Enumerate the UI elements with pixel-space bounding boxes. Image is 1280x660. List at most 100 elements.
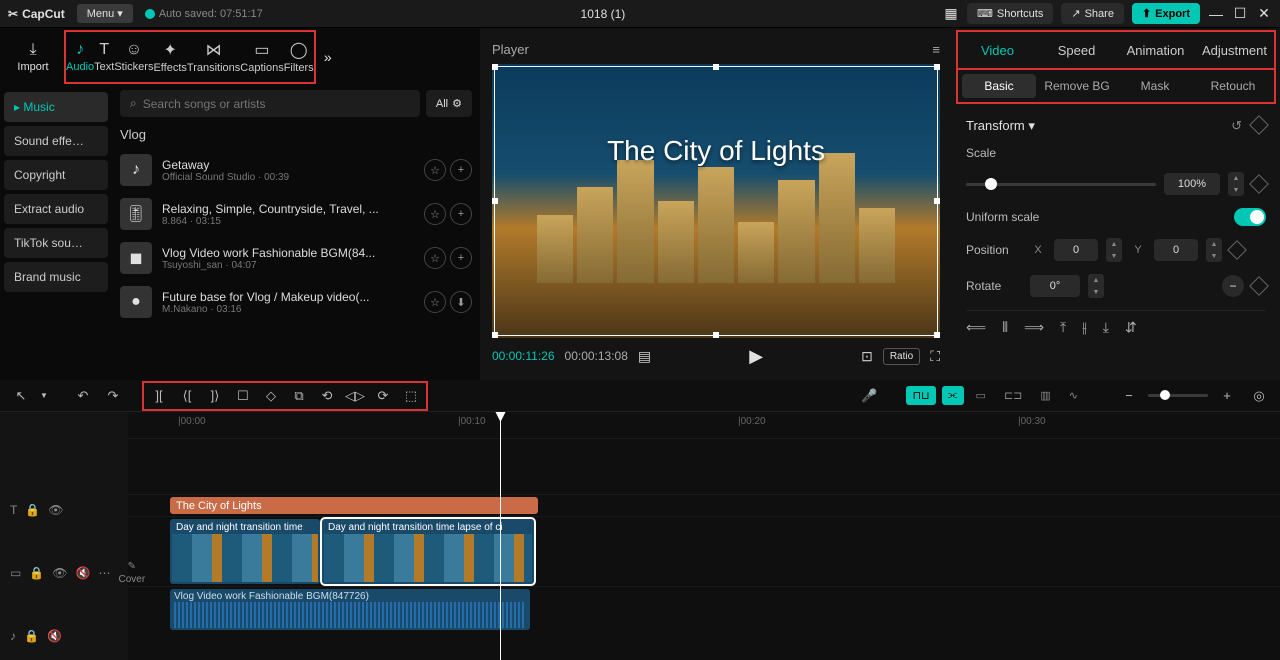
scale-keyframe-icon[interactable]: [1249, 174, 1269, 194]
tab-video[interactable]: Video: [958, 32, 1037, 68]
visibility-icon[interactable]: 👁: [48, 503, 63, 517]
tab-speed[interactable]: Speed: [1037, 32, 1116, 68]
pointer-tool[interactable]: ↖: [8, 383, 34, 409]
track-item[interactable]: ♪ GetawayOfficial Sound Studio · 00:39 ☆…: [120, 148, 472, 192]
tab-stickers[interactable]: ☺Stickers: [114, 41, 153, 73]
reset-icon[interactable]: ↺: [1231, 118, 1242, 134]
tab-effects[interactable]: ✦Effects: [153, 40, 186, 74]
layout-icon[interactable]: ▦: [943, 5, 959, 22]
track-item[interactable]: ◼ Vlog Video work Fashionable BGM(84...T…: [120, 236, 472, 280]
favorite-button[interactable]: ☆: [424, 247, 446, 269]
position-keyframe-icon[interactable]: [1227, 240, 1247, 260]
tab-adjustment[interactable]: Adjustment: [1195, 32, 1274, 68]
subtab-remove-bg[interactable]: Remove BG: [1040, 74, 1114, 98]
split-tool[interactable]: ][: [146, 383, 172, 409]
rotate-stepper[interactable]: ▲▼: [1088, 274, 1104, 298]
track-toggle[interactable]: ▥: [1034, 386, 1056, 405]
mute-icon[interactable]: 🔇: [76, 566, 91, 580]
tab-text[interactable]: TText: [94, 41, 114, 73]
maximize-button[interactable]: ☐: [1232, 5, 1248, 22]
marker-tool[interactable]: ◇: [258, 383, 284, 409]
subtab-basic[interactable]: Basic: [962, 74, 1036, 98]
video-clip-2[interactable]: Day and night transition time lapse of c…: [322, 519, 534, 584]
magnet-toggle[interactable]: ⊓⊔: [906, 386, 935, 405]
zoom-fit-icon[interactable]: ◎: [1246, 383, 1272, 409]
scale-slider[interactable]: [966, 183, 1156, 186]
preview-canvas[interactable]: The City of Lights: [492, 64, 940, 338]
track-item[interactable]: 🎚 Relaxing, Simple, Countryside, Travel,…: [120, 192, 472, 236]
play-button[interactable]: ▶: [749, 346, 763, 367]
align-bottom-icon[interactable]: ⤓: [1103, 319, 1109, 336]
rotate-input[interactable]: [1030, 275, 1080, 297]
tab-animation[interactable]: Animation: [1116, 32, 1195, 68]
trim-left-tool[interactable]: ⟨[: [174, 383, 200, 409]
tab-filters[interactable]: ◯Filters: [284, 40, 314, 74]
tab-transitions[interactable]: ⋈Transitions: [187, 40, 240, 74]
ratio-button[interactable]: Ratio: [883, 348, 920, 365]
rotate-tool[interactable]: ⟳: [370, 383, 396, 409]
position-y-input[interactable]: [1154, 239, 1198, 261]
sidebar-item-copyright[interactable]: Copyright: [4, 160, 108, 190]
lock-icon[interactable]: 🔒: [29, 566, 44, 580]
favorite-button[interactable]: ☆: [424, 203, 446, 225]
align-left-icon[interactable]: ⟸: [966, 319, 986, 336]
zoom-slider[interactable]: [1148, 394, 1208, 397]
selection-bounds[interactable]: [494, 66, 938, 336]
snap-icon[interactable]: ⊡: [861, 348, 873, 365]
align-top-icon[interactable]: ⤒: [1060, 319, 1066, 336]
fullscreen-icon[interactable]: ⛶: [930, 348, 940, 365]
reverse-tool[interactable]: ⟲: [314, 383, 340, 409]
delete-tool[interactable]: ☐: [230, 383, 256, 409]
favorite-button[interactable]: ☆: [424, 291, 446, 313]
sidebar-item-music[interactable]: Music: [4, 92, 108, 122]
track-item[interactable]: ● Future base for Vlog / Makeup video(..…: [120, 280, 472, 324]
position-x-input[interactable]: [1054, 239, 1098, 261]
link-toggle[interactable]: ⫘: [942, 386, 964, 405]
add-button[interactable]: +: [450, 247, 472, 269]
text-clip[interactable]: The City of Lights: [170, 497, 538, 514]
pos-x-stepper[interactable]: ▲▼: [1106, 238, 1122, 262]
share-button[interactable]: ↗ Share: [1061, 3, 1124, 24]
preview-quality-icon[interactable]: ▤: [638, 348, 651, 365]
scale-stepper[interactable]: ▲▼: [1228, 172, 1244, 196]
rotate-keyframe-icon[interactable]: [1249, 276, 1269, 296]
crop-tool[interactable]: ⬚: [398, 383, 424, 409]
visibility-icon[interactable]: 👁: [52, 566, 67, 580]
add-button[interactable]: +: [450, 203, 472, 225]
mic-icon[interactable]: 🎤: [856, 383, 882, 409]
playhead[interactable]: [500, 412, 501, 660]
audio-clip[interactable]: Vlog Video work Fashionable BGM(847726): [170, 589, 530, 630]
align-right-icon[interactable]: ⟹: [1024, 319, 1044, 336]
align-center-v-icon[interactable]: ⫲: [1082, 319, 1087, 336]
align-center-h-icon[interactable]: ⫴: [1002, 319, 1008, 336]
pos-y-stepper[interactable]: ▲▼: [1206, 238, 1222, 262]
lock-icon[interactable]: 🔒: [24, 629, 39, 643]
menu-button[interactable]: Menu ▾: [77, 4, 133, 23]
lock-icon[interactable]: 🔒: [25, 503, 40, 517]
zoom-in-icon[interactable]: +: [1214, 383, 1240, 409]
rotate-reset-button[interactable]: −: [1222, 275, 1244, 297]
tab-captions[interactable]: ▭Captions: [240, 40, 283, 74]
keyframe-icon[interactable]: [1249, 115, 1269, 135]
more-icon[interactable]: ⋯: [98, 566, 110, 580]
subtab-retouch[interactable]: Retouch: [1196, 74, 1270, 98]
shortcuts-button[interactable]: ⌨ Shortcuts: [967, 3, 1053, 24]
expand-tabs-icon[interactable]: »: [324, 49, 332, 65]
copy-tool[interactable]: ⧉: [286, 383, 312, 409]
uniform-scale-toggle[interactable]: [1234, 208, 1266, 226]
snap-toggle[interactable]: ⊏⊐: [998, 386, 1028, 405]
undo-button[interactable]: ↶: [70, 383, 96, 409]
timeline-ruler[interactable]: |00:00 |00:10 |00:20 |00:30: [128, 412, 1280, 438]
mute-icon[interactable]: 🔇: [47, 629, 62, 643]
sidebar-item-extract-audio[interactable]: Extract audio: [4, 194, 108, 224]
redo-button[interactable]: ↷: [100, 383, 126, 409]
export-button[interactable]: ⬆ Export: [1132, 3, 1200, 24]
favorite-button[interactable]: ☆: [424, 159, 446, 181]
add-button[interactable]: +: [450, 159, 472, 181]
trim-right-tool[interactable]: ]⟩: [202, 383, 228, 409]
filter-button[interactable]: All ⚙: [426, 90, 472, 117]
video-clip-1[interactable]: Day and night transition time: [170, 519, 320, 584]
download-button[interactable]: ⬇: [450, 291, 472, 313]
search-box[interactable]: ⌕: [120, 90, 420, 117]
sidebar-item-sound-effects[interactable]: Sound effe…: [4, 126, 108, 156]
